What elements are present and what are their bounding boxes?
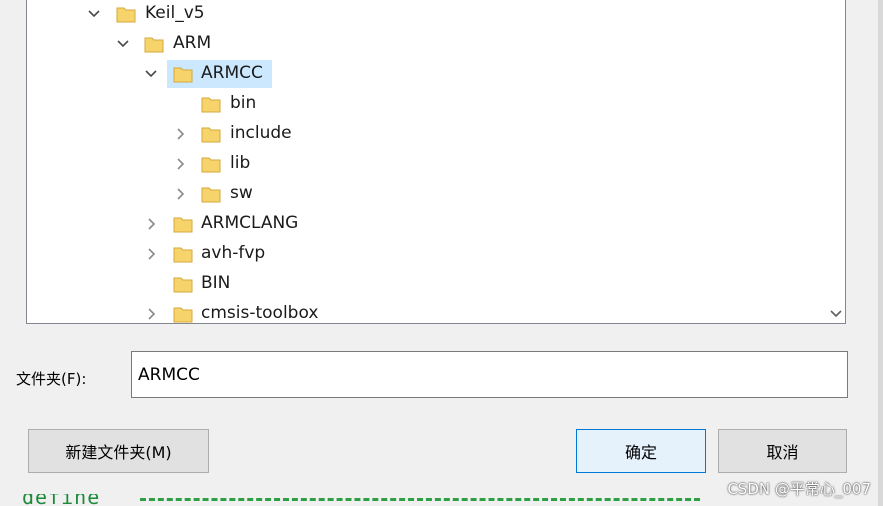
chevron-down-icon[interactable] [144,67,158,81]
tree-item-bin-upper[interactable]: BIN [27,270,845,298]
tree-item-armclang[interactable]: ARMCLANG [27,210,845,238]
folder-icon [201,185,221,203]
chevron-right-icon[interactable] [173,127,187,141]
folder-icon [201,155,221,173]
tree-item-bin[interactable]: bin [27,90,845,118]
tree-item-include[interactable]: include [27,120,845,148]
ok-button[interactable]: 确定 [576,429,706,473]
folder-name-input[interactable] [131,351,848,398]
chevron-right-icon[interactable] [144,307,158,321]
background-code-dashes [140,498,700,501]
tree-item-arm[interactable]: ARM [27,30,845,58]
window-edge [878,0,883,506]
folder-icon [173,305,193,323]
scroll-down-arrow-icon[interactable] [829,307,843,321]
tree-item-label: lib [230,153,251,173]
chevron-right-icon[interactable] [144,217,158,231]
chevron-right-icon[interactable] [173,187,187,201]
tree-item-label: bin [230,93,257,113]
cancel-button[interactable]: 取消 [718,429,847,473]
folder-icon [201,95,221,113]
tree-item-label: ARMCLANG [201,213,299,233]
folder-icon [173,215,193,233]
tree-item-label: include [230,123,292,143]
tree-item-label: sw [230,183,253,203]
folder-field-label: 文件夹(F): [16,370,87,388]
chevron-down-icon[interactable] [116,37,130,51]
folder-icon [173,65,193,83]
folder-tree[interactable]: Keil_v5 ARM ARMCC bin include lib sw ARM… [26,0,846,324]
tree-item-label: ARMCC [201,63,263,83]
tree-item-label: BIN [201,273,231,293]
tree-item-sw[interactable]: sw [27,180,845,208]
new-folder-button[interactable]: 新建文件夹(M) [28,429,209,473]
chevron-right-icon[interactable] [144,247,158,261]
folder-icon [116,5,136,23]
tree-item-label: Keil_v5 [145,3,205,23]
watermark-text: CSDN @平常心_007 [727,480,871,498]
tree-item-cmsis-toolbox[interactable]: cmsis-toolbox [27,300,845,323]
tree-item-lib[interactable]: lib [27,150,845,178]
folder-icon [173,275,193,293]
tree-item-label: avh-fvp [201,243,266,263]
chevron-down-icon[interactable] [87,7,101,21]
background-code-text: define [22,494,101,506]
tree-item-label: cmsis-toolbox [201,303,319,323]
folder-icon [144,35,164,53]
tree-item-label: ARM [173,33,212,53]
tree-item-avh-fvp[interactable]: avh-fvp [27,240,845,268]
folder-icon [201,125,221,143]
chevron-right-icon[interactable] [173,157,187,171]
folder-icon [173,245,193,263]
tree-item-keil-v5[interactable]: Keil_v5 [27,0,845,28]
tree-item-armcc[interactable]: ARMCC [27,60,845,88]
